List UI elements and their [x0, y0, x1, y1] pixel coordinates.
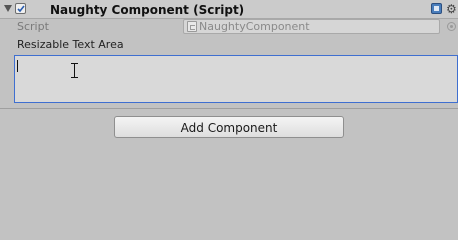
- resizable-text-area[interactable]: [14, 55, 458, 103]
- help-book-icon[interactable]: [431, 3, 442, 14]
- check-icon: [17, 5, 25, 13]
- text-caret: [17, 60, 18, 72]
- ibeam-cursor-icon: [71, 63, 78, 78]
- script-object-field[interactable]: NaughtyComponent: [183, 19, 456, 34]
- add-component-button[interactable]: Add Component: [114, 116, 344, 138]
- component-header[interactable]: Naughty Component (Script) ⚙: [0, 0, 458, 19]
- script-value: NaughtyComponent: [199, 20, 310, 33]
- foldout-triangle-icon[interactable]: [4, 5, 12, 12]
- script-label: Script: [17, 20, 49, 33]
- object-picker-icon[interactable]: [447, 22, 456, 31]
- script-field-row: Script NaughtyComponent: [0, 18, 458, 35]
- component-enabled-checkbox[interactable]: [15, 3, 26, 14]
- inspector-divider: [0, 108, 458, 109]
- resizable-text-area-label: Resizable Text Area: [17, 38, 124, 51]
- cs-script-icon: [187, 21, 197, 32]
- component-title: Naughty Component (Script): [50, 3, 245, 17]
- inspector-panel: Naughty Component (Script) ⚙ Script Naug…: [0, 0, 458, 222]
- gear-icon[interactable]: ⚙: [446, 3, 457, 15]
